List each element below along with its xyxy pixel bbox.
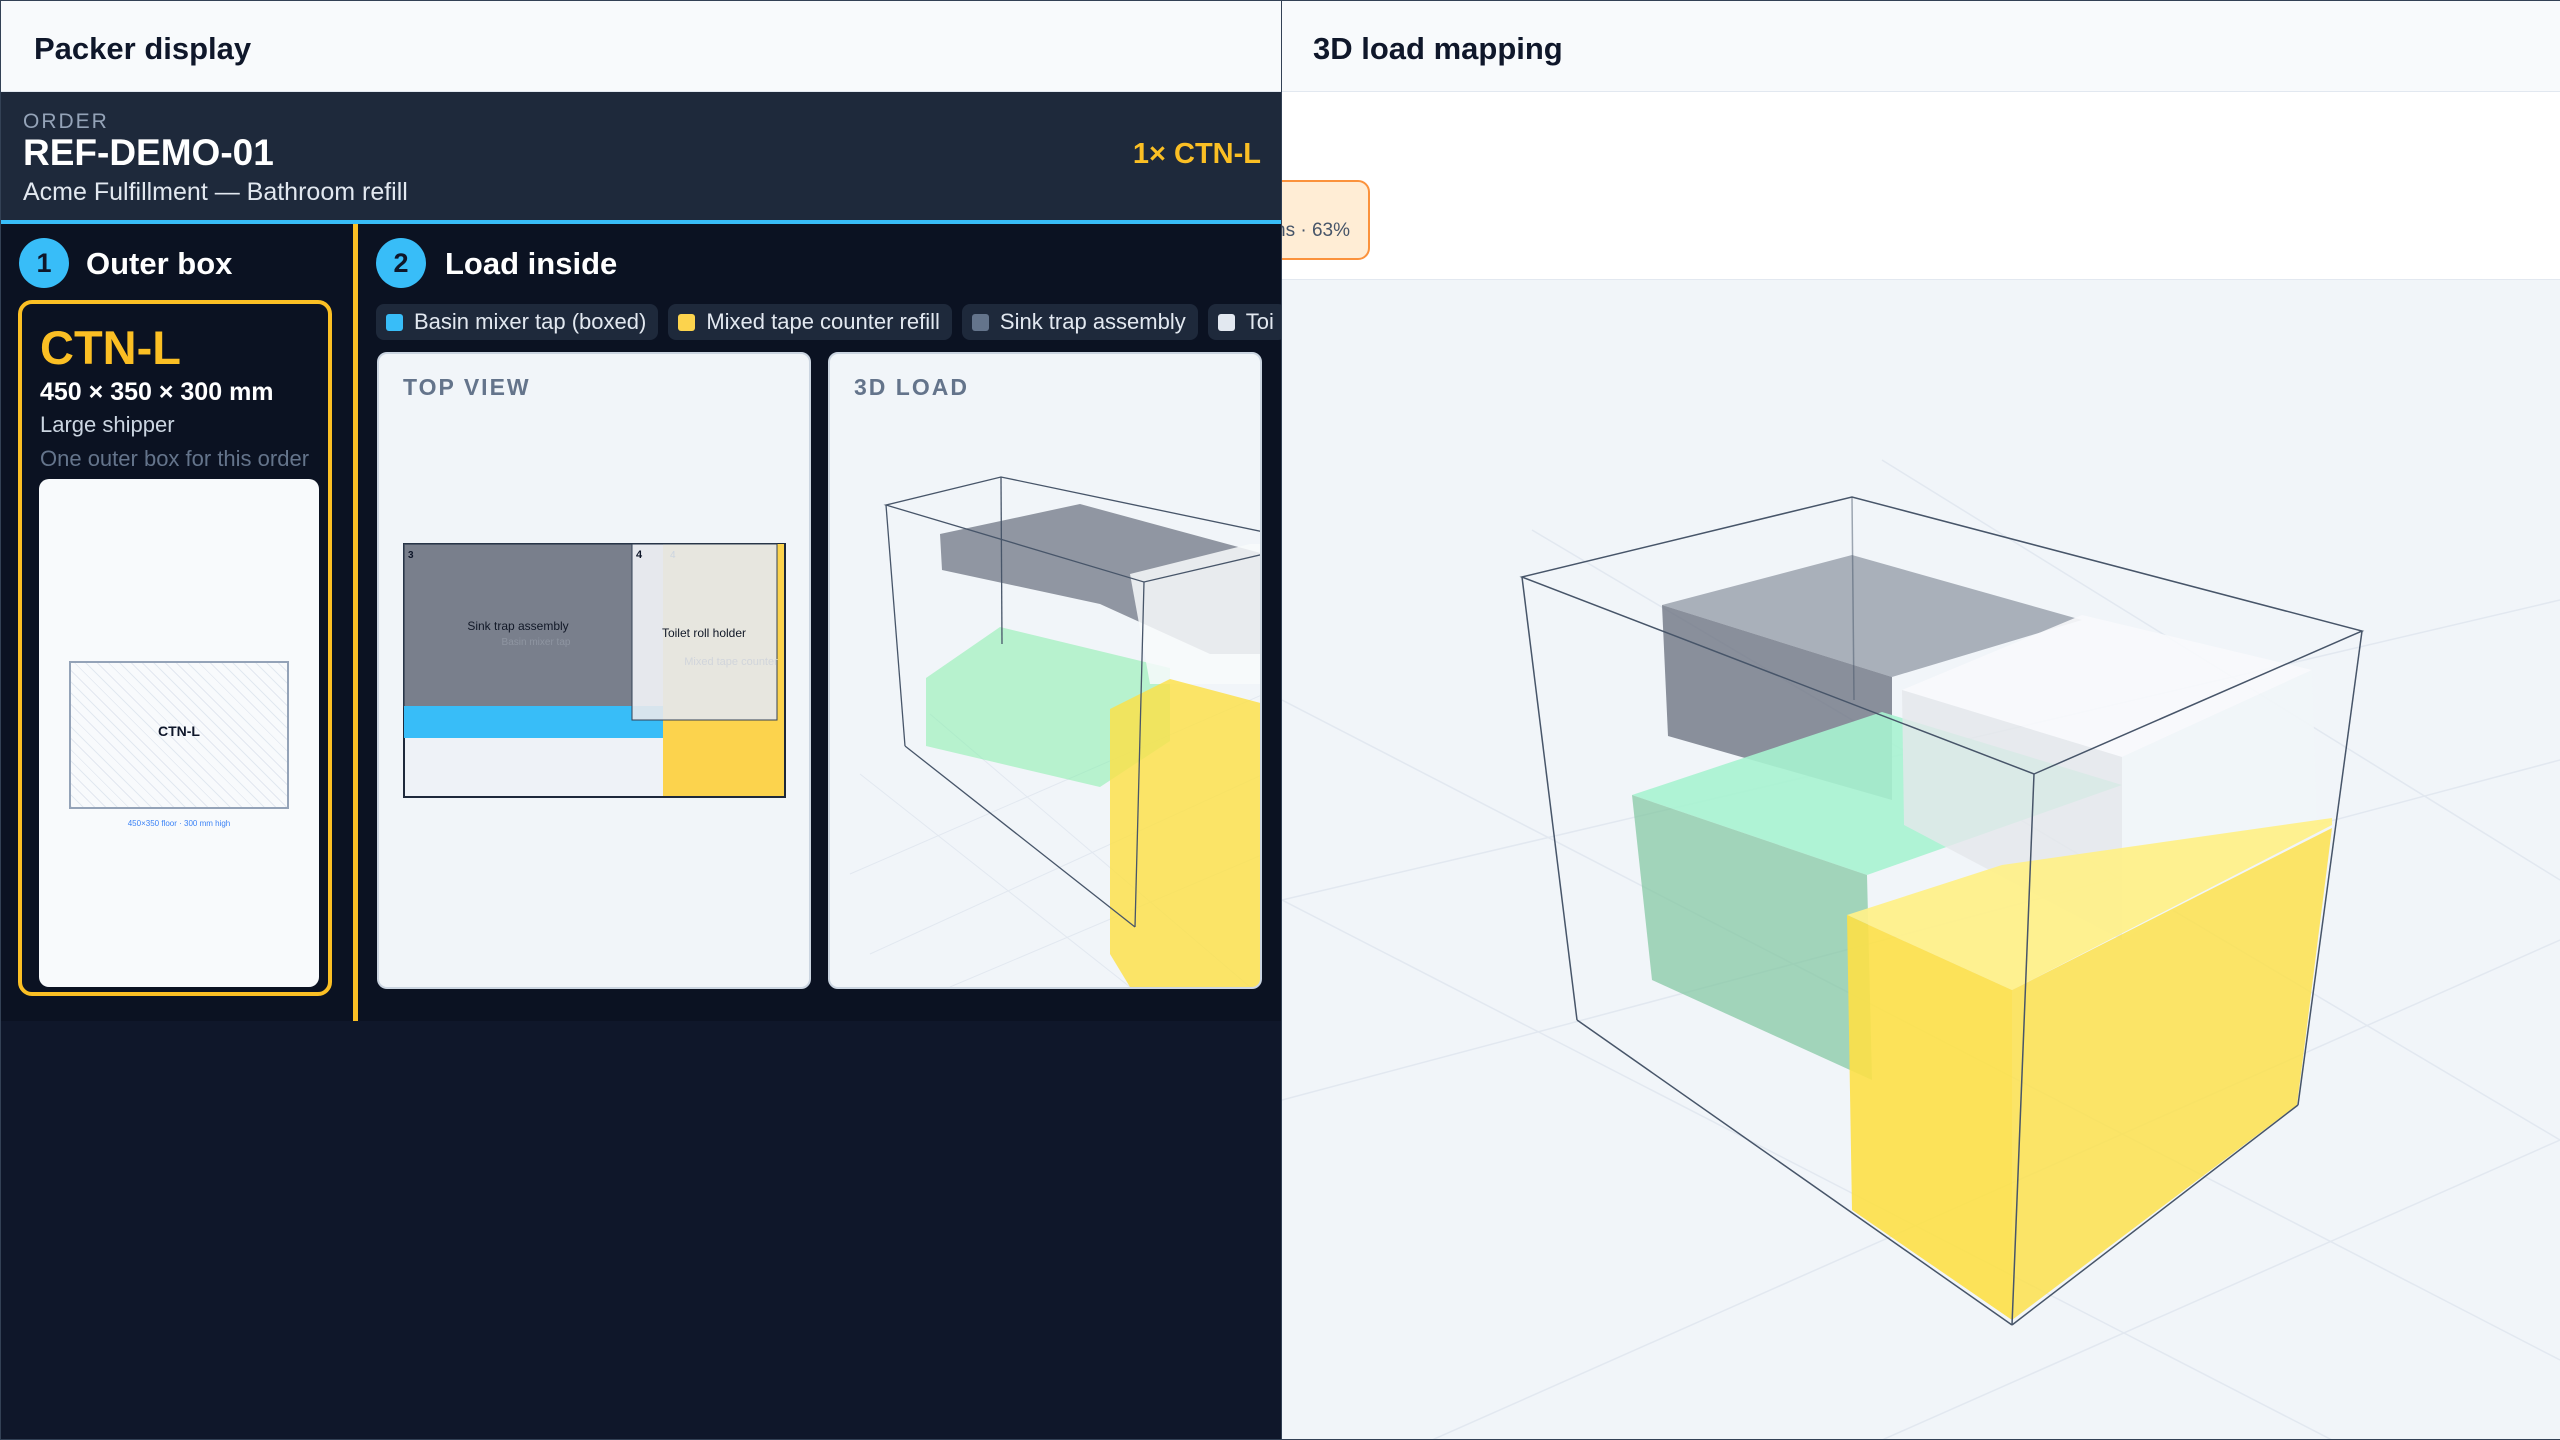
- box-footprint: CTN-L: [69, 661, 289, 809]
- item-sublabel: Basin mixer tap: [502, 637, 571, 648]
- item-chip-label: Mixed tape counter refill: [706, 309, 940, 334]
- step-number: 2: [376, 238, 426, 288]
- step-outer-box: 1 Outer box CTN-L 450 × 350 × 300 mm Lar…: [1, 224, 358, 1021]
- item-sublabel: Mixed tape counter: [684, 656, 778, 668]
- color-swatch: [971, 314, 989, 331]
- box-code: CTN-L: [40, 321, 181, 374]
- order-kicker: ORDER: [23, 110, 109, 133]
- mapping-header: 3D load mapping: [1282, 1, 2560, 92]
- order-box-qty: 1× CTN-L: [1132, 138, 1261, 170]
- item-label: Sink trap assembly: [467, 619, 568, 633]
- item-chip[interactable]: Toi: [1207, 304, 1281, 340]
- step-title: Load inside: [445, 246, 618, 281]
- item-chip[interactable]: Sink trap assembly: [961, 304, 1198, 340]
- step-load-inside: 2 Load inside Basin mixer tap (boxed) Mix…: [358, 224, 1281, 1021]
- color-swatch: [678, 314, 696, 331]
- panel-title: 3D load mapping: [1313, 31, 1563, 66]
- item-number: 3: [408, 550, 414, 561]
- box-footprint-label: CTN-L: [158, 723, 200, 739]
- load-3d-card[interactable]: 3D LOAD: [828, 352, 1262, 989]
- 3d-scene[interactable]: [1282, 280, 2560, 1439]
- step-number: 1: [19, 238, 69, 288]
- color-swatch: [1217, 314, 1235, 331]
- outer-box-card[interactable]: CTN-L 450 × 350 × 300 mm Large shipper O…: [18, 300, 332, 996]
- packer-header: Packer display: [1, 1, 1281, 92]
- packer-display-panel: Packer display ORDER REF-DEMO-01 Acme Fu…: [1, 1, 1281, 1439]
- box-type: Large shipper: [40, 412, 175, 437]
- step-title: Outer box: [86, 246, 233, 281]
- item-chip-label: Toi: [1245, 309, 1274, 334]
- top-view-card[interactable]: TOP VIEW 3 4 4 Sink trap assembly Basin …: [377, 352, 811, 989]
- item-chip[interactable]: Basin mixer tap (boxed): [376, 304, 659, 340]
- summary-strip: items · 63%: [1282, 92, 2560, 280]
- box-note: One outer box for this order: [40, 446, 310, 471]
- box-footprint-caption: 450×350 floor · 300 mm high: [127, 819, 231, 828]
- summary-badge[interactable]: items · 63%: [1282, 180, 1370, 260]
- item-number: 4: [636, 549, 643, 561]
- top-view-diagram: 3 4 4 Sink trap assembly Basin mixer tap…: [403, 543, 786, 798]
- item-label: Toilet roll holder: [662, 626, 746, 640]
- panel-title: Packer display: [34, 31, 252, 66]
- item-chip-label: Basin mixer tap (boxed): [414, 309, 647, 334]
- item-legend: Basin mixer tap (boxed) Mixed tape counte…: [376, 304, 1281, 342]
- item-chip-label: Sink trap assembly: [999, 309, 1186, 334]
- order-id: REF-DEMO-01: [23, 132, 274, 173]
- order-banner: ORDER REF-DEMO-01 Acme Fulfillment — Bat…: [1, 92, 1281, 224]
- summary-text: items · 63%: [1282, 220, 1350, 241]
- item-number: 4: [670, 550, 676, 561]
- item-basin-mixer: [404, 706, 664, 738]
- load-3d-diagram: [849, 476, 1260, 987]
- box-preview: CTN-L 450×350 floor · 300 mm high: [39, 479, 319, 987]
- color-swatch: [386, 314, 403, 331]
- order-customer: Acme Fulfillment — Bathroom refill: [23, 178, 408, 206]
- load-mapping-panel: 3D load mapping items · 63%: [1281, 1, 2560, 1439]
- item-chip[interactable]: Mixed tape counter refill: [668, 304, 952, 340]
- box-dimensions: 450 × 350 × 300 mm: [40, 378, 274, 406]
- item-yellow: [1110, 679, 1260, 987]
- 3d-viewer[interactable]: [1282, 280, 2560, 1439]
- packing-steps: 1 Outer box CTN-L 450 × 350 × 300 mm Lar…: [1, 224, 1281, 1021]
